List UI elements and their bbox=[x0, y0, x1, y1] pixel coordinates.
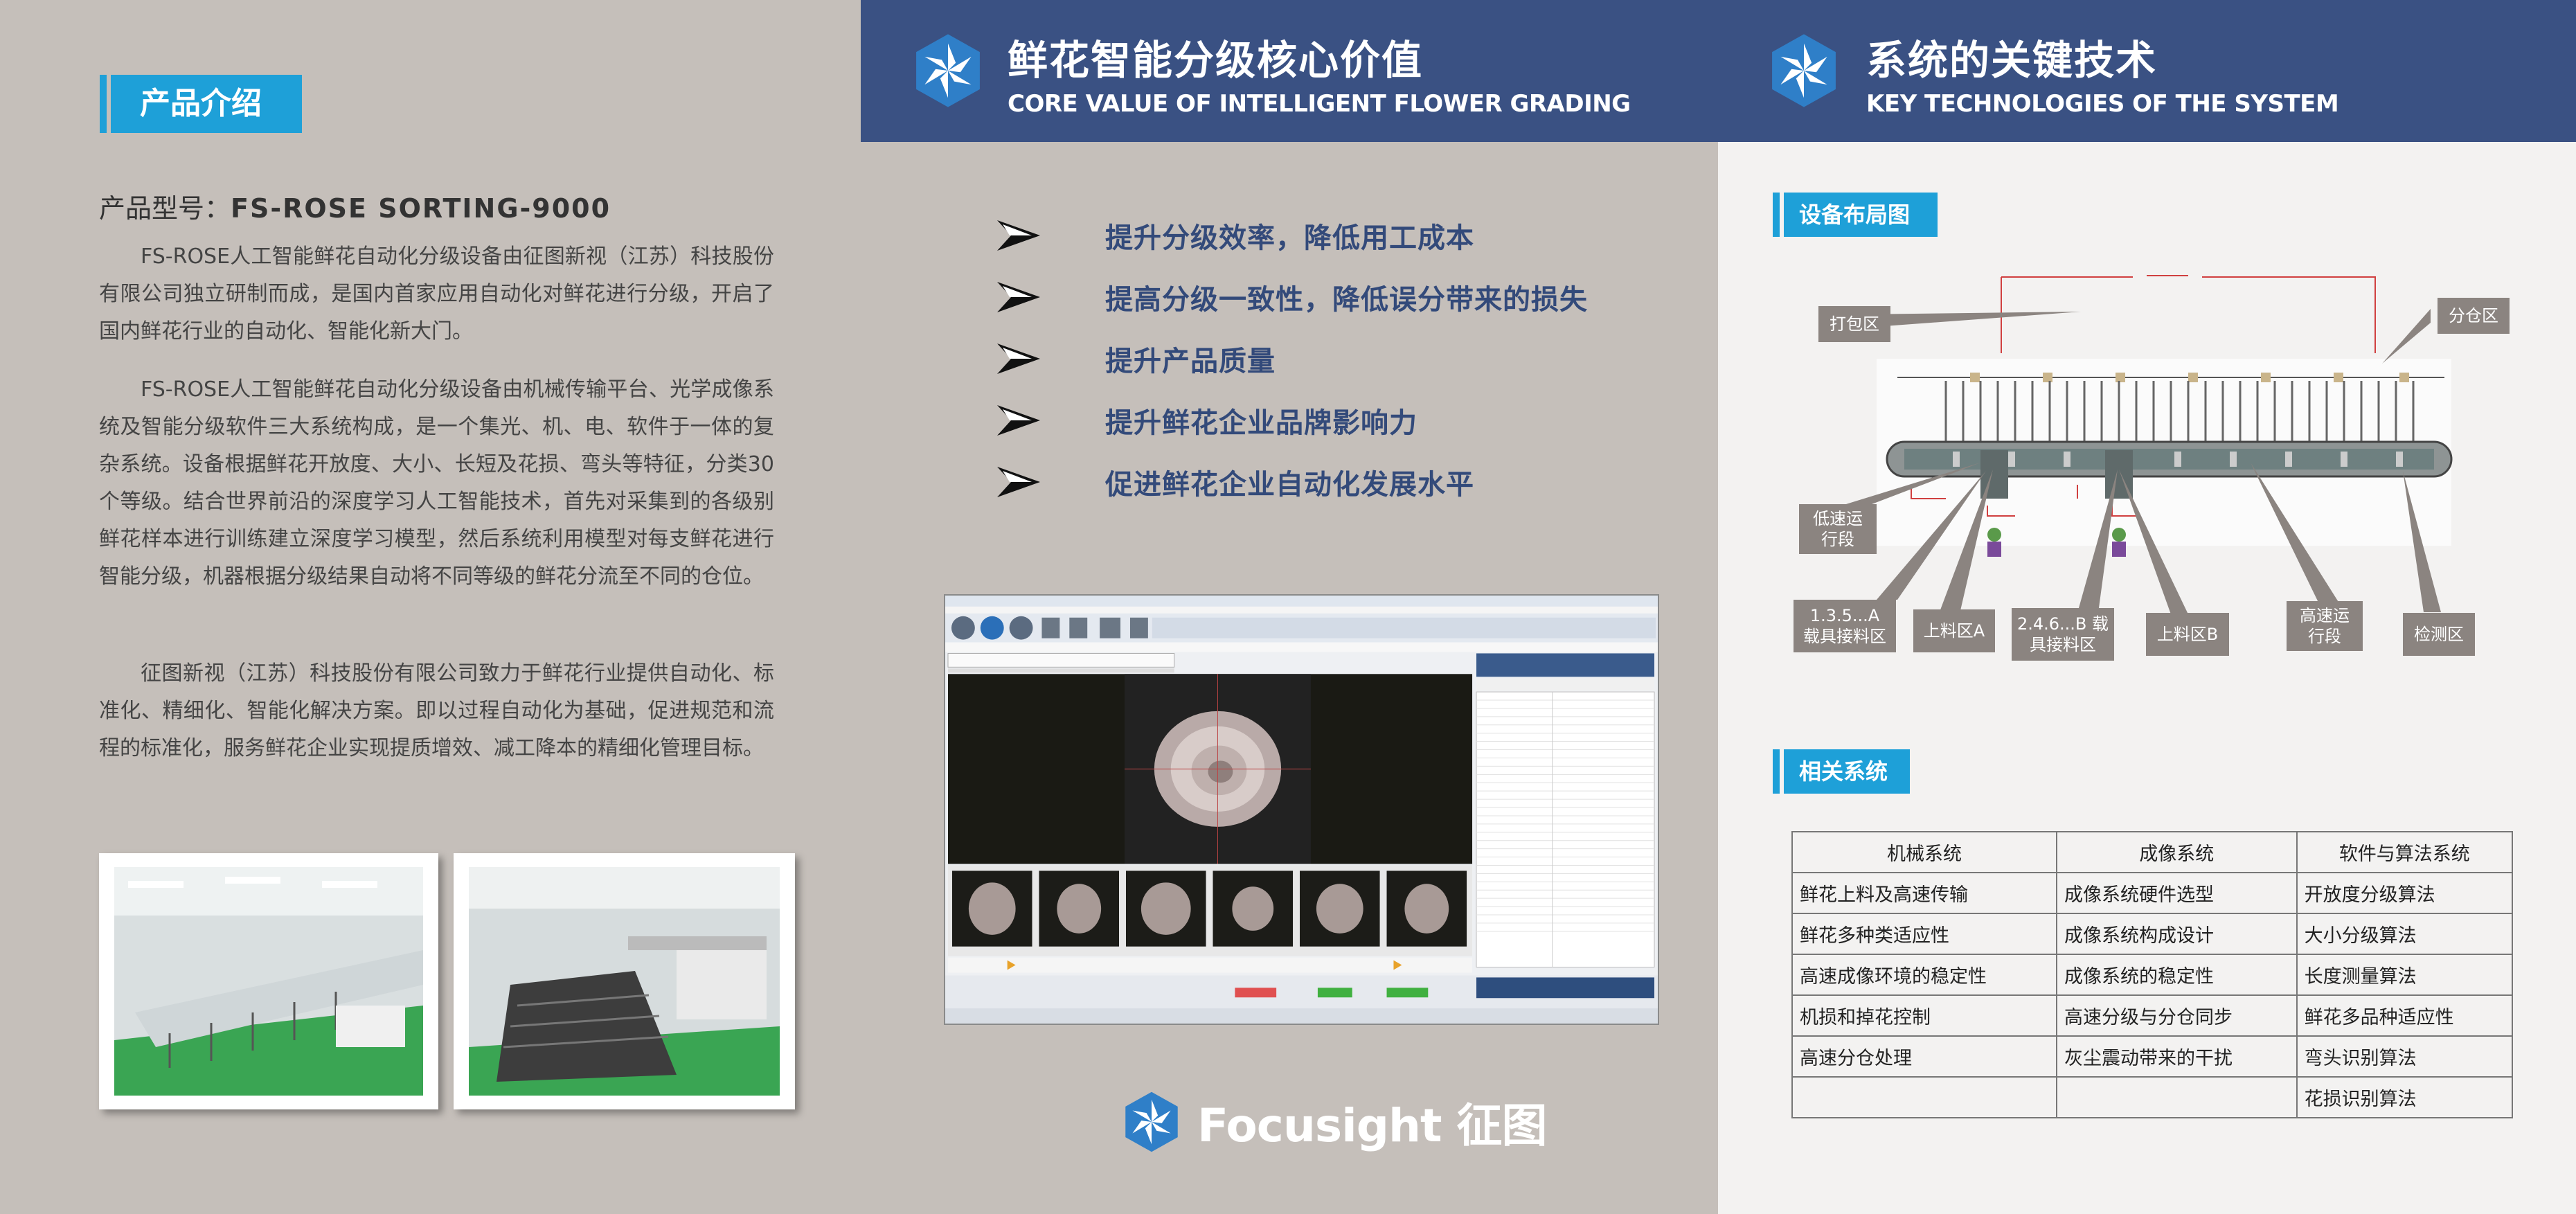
intro-paragraph-2: FS-ROSE人工智能鲜花自动化分级设备由机械传输平台、光学成像系统及智能分级软… bbox=[99, 377, 774, 589]
table-cell: 成像系统的稳定性 bbox=[2055, 954, 2298, 996]
table-cell: 鲜花上料及高速传输 bbox=[1791, 872, 2057, 914]
arrow-bullet-icon bbox=[997, 467, 1040, 497]
table-cell: 灰尘震动带来的干扰 bbox=[2055, 1035, 2298, 1078]
intro-paragraph-3: 征图新视（江苏）科技股份有限公司致力于鲜花行业提供自动化、标准化、精细化、智能化… bbox=[99, 661, 774, 760]
table-cell: 长度测量算法 bbox=[2296, 954, 2514, 996]
table-row: 机损和掉花控制 高速分级与分仓同步 鲜花多品种适应性 bbox=[1791, 994, 2514, 1037]
factory-photo-1 bbox=[99, 853, 438, 1109]
related-systems-tag: 相关系统 bbox=[1773, 749, 1910, 794]
value-bullet: 促进鲜花企业自动化发展水平 bbox=[997, 461, 1474, 503]
table-cell: 鲜花多种类适应性 bbox=[1791, 913, 2057, 955]
key-tech-title-en: KEY TECHNOLOGIES OF THE SYSTEM bbox=[1866, 90, 2339, 118]
callout-binning: 分仓区 bbox=[2438, 298, 2510, 334]
model-line: 产品型号：FS-ROSE SORTING-9000 bbox=[99, 187, 611, 225]
table-row: 高速分仓处理 灰尘震动带来的干扰 弯头识别算法 bbox=[1791, 1035, 2514, 1078]
table-cell bbox=[1791, 1076, 2057, 1118]
core-value-title-zh: 鲜花智能分级核心价值 bbox=[1008, 37, 1424, 84]
grading-software-screenshot bbox=[944, 594, 1659, 1025]
table-header-cell: 机械系统 bbox=[1791, 831, 2057, 873]
related-systems-table: 机械系统 成像系统 软件与算法系统 鲜花上料及高速传输 成像系统硬件选型 开放度… bbox=[1791, 831, 2514, 1118]
value-bullet-text: 提高分级一致性，降低误分带来的损失 bbox=[1105, 284, 1588, 316]
brand-logo: Focusight 征图 bbox=[1120, 1084, 1548, 1160]
value-bullet-text: 提升产品质量 bbox=[1105, 346, 1276, 377]
table-cell: 鲜花多品种适应性 bbox=[2296, 994, 2514, 1037]
arrow-bullet-icon bbox=[997, 220, 1040, 251]
table-row: 花损识别算法 bbox=[1791, 1076, 2514, 1118]
table-header-row: 机械系统 成像系统 软件与算法系统 bbox=[1791, 831, 2514, 873]
value-bullet-text: 提升分级效率，降低用工成本 bbox=[1105, 222, 1474, 254]
callout-carrier-b: 2.4.6...B 载 具接料区 bbox=[2012, 608, 2114, 661]
middle-header-band: 鲜花智能分级核心价值 CORE VALUE OF INTELLIGENT FLO… bbox=[861, 0, 1718, 142]
focusight-logo-icon bbox=[1772, 34, 1836, 107]
table-cell: 高速成像环境的稳定性 bbox=[1791, 954, 2057, 996]
value-bullet-text: 促进鲜花企业自动化发展水平 bbox=[1105, 469, 1474, 501]
callout-high-speed: 高速运 行段 bbox=[2287, 601, 2363, 651]
right-header-band: 系统的关键技术 KEY TECHNOLOGIES OF THE SYSTEM bbox=[1718, 0, 2576, 142]
arrow-bullet-icon bbox=[997, 343, 1040, 374]
focusight-logo-icon bbox=[1125, 1091, 1178, 1152]
key-tech-title-zh: 系统的关键技术 bbox=[1866, 37, 2158, 84]
table-cell: 机损和掉花控制 bbox=[1791, 994, 2057, 1037]
table-row: 鲜花上料及高速传输 成像系统硬件选型 开放度分级算法 bbox=[1791, 872, 2514, 914]
product-intro-tag: 产品介绍 bbox=[100, 75, 302, 133]
table-cell: 高速分仓处理 bbox=[1791, 1035, 2057, 1078]
value-bullet: 提高分级一致性，降低误分带来的损失 bbox=[997, 276, 1588, 318]
layout-tag: 设备布局图 bbox=[1773, 193, 1938, 237]
table-cell: 大小分级算法 bbox=[2296, 913, 2514, 955]
model-value: FS-ROSE SORTING-9000 bbox=[231, 193, 611, 224]
intro-paragraph-1: FS-ROSE人工智能鲜花自动化分级设备由征图新视（江苏）科技股份有限公司独立研… bbox=[99, 244, 774, 343]
table-cell: 开放度分级算法 bbox=[2296, 872, 2514, 914]
table-cell: 成像系统构成设计 bbox=[2055, 913, 2298, 955]
value-bullet: 提升鲜花企业品牌影响力 bbox=[997, 400, 1417, 441]
focusight-logo-icon bbox=[916, 34, 980, 107]
value-bullet: 提升产品质量 bbox=[997, 338, 1276, 380]
brand-name: Focusight 征图 bbox=[1197, 1099, 1548, 1152]
callout-loading-a: 上料区A bbox=[1913, 609, 1995, 652]
table-cell: 花损识别算法 bbox=[2296, 1076, 2514, 1118]
factory-photo-2 bbox=[454, 853, 795, 1109]
callout-loading-b: 上料区B bbox=[2146, 613, 2229, 656]
callout-packing: 打包区 bbox=[1818, 306, 1890, 342]
table-cell: 高速分级与分仓同步 bbox=[2055, 994, 2298, 1037]
table-cell: 成像系统硬件选型 bbox=[2055, 872, 2298, 914]
table-header-cell: 成像系统 bbox=[2055, 831, 2298, 873]
core-value-title-en: CORE VALUE OF INTELLIGENT FLOWER GRADING bbox=[1008, 90, 1631, 118]
value-bullet: 提升分级效率，降低用工成本 bbox=[997, 215, 1474, 256]
model-label: 产品型号： bbox=[99, 193, 231, 224]
callout-inspection: 检测区 bbox=[2403, 613, 2475, 656]
table-header-cell: 软件与算法系统 bbox=[2296, 831, 2514, 873]
table-row: 高速成像环境的稳定性 成像系统的稳定性 长度测量算法 bbox=[1791, 954, 2514, 996]
value-bullet-text: 提升鲜花企业品牌影响力 bbox=[1105, 407, 1417, 439]
table-cell: 弯头识别算法 bbox=[2296, 1035, 2514, 1078]
arrow-bullet-icon bbox=[997, 282, 1040, 312]
table-cell bbox=[2055, 1076, 2298, 1118]
callout-carrier-a: 1.3.5...A 载具接料区 bbox=[1794, 600, 1896, 652]
callout-low-speed: 低速运 行段 bbox=[1799, 504, 1877, 554]
arrow-bullet-icon bbox=[997, 405, 1040, 436]
table-row: 鲜花多种类适应性 成像系统构成设计 大小分级算法 bbox=[1791, 913, 2514, 955]
